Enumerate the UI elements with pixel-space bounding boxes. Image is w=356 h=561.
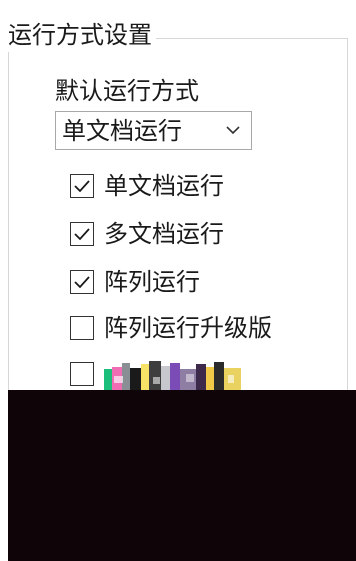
group-title: 运行方式设置 bbox=[4, 18, 156, 52]
array-label: 阵列运行 bbox=[104, 268, 200, 296]
array-checkbox[interactable] bbox=[70, 270, 94, 294]
multi-document-label: 多文档运行 bbox=[104, 220, 224, 248]
single-document-checkbox[interactable] bbox=[70, 174, 94, 198]
multi-document-checkbox[interactable] bbox=[70, 222, 94, 246]
array-upgraded-checkbox[interactable] bbox=[70, 316, 94, 340]
run-mode-option-array[interactable]: 阵列运行 bbox=[70, 264, 340, 302]
checkmark-icon bbox=[74, 276, 90, 289]
array-upgraded-label: 阵列运行升级版 bbox=[104, 314, 272, 342]
default-run-mode-label: 默认运行方式 bbox=[55, 77, 199, 105]
single-document-label: 单文档运行 bbox=[104, 172, 224, 200]
corrupted-checkbox[interactable] bbox=[70, 362, 94, 386]
checkmark-icon bbox=[74, 180, 90, 193]
black-overlay-block bbox=[8, 390, 356, 561]
checkmark-icon bbox=[74, 228, 90, 241]
run-mode-settings-panel: 运行方式设置 默认运行方式 单文档运行 单文档运行 多文档运行 阵列运行 阵列运… bbox=[0, 0, 356, 561]
run-mode-option-multi-document[interactable]: 多文档运行 bbox=[70, 216, 340, 254]
run-mode-option-array-upgraded[interactable]: 阵列运行升级版 bbox=[70, 310, 340, 348]
default-run-mode-value: 单文档运行 bbox=[62, 117, 182, 145]
default-run-mode-select[interactable]: 单文档运行 bbox=[55, 111, 252, 150]
chevron-down-icon bbox=[226, 126, 240, 135]
run-mode-option-single-document[interactable]: 单文档运行 bbox=[70, 168, 340, 206]
